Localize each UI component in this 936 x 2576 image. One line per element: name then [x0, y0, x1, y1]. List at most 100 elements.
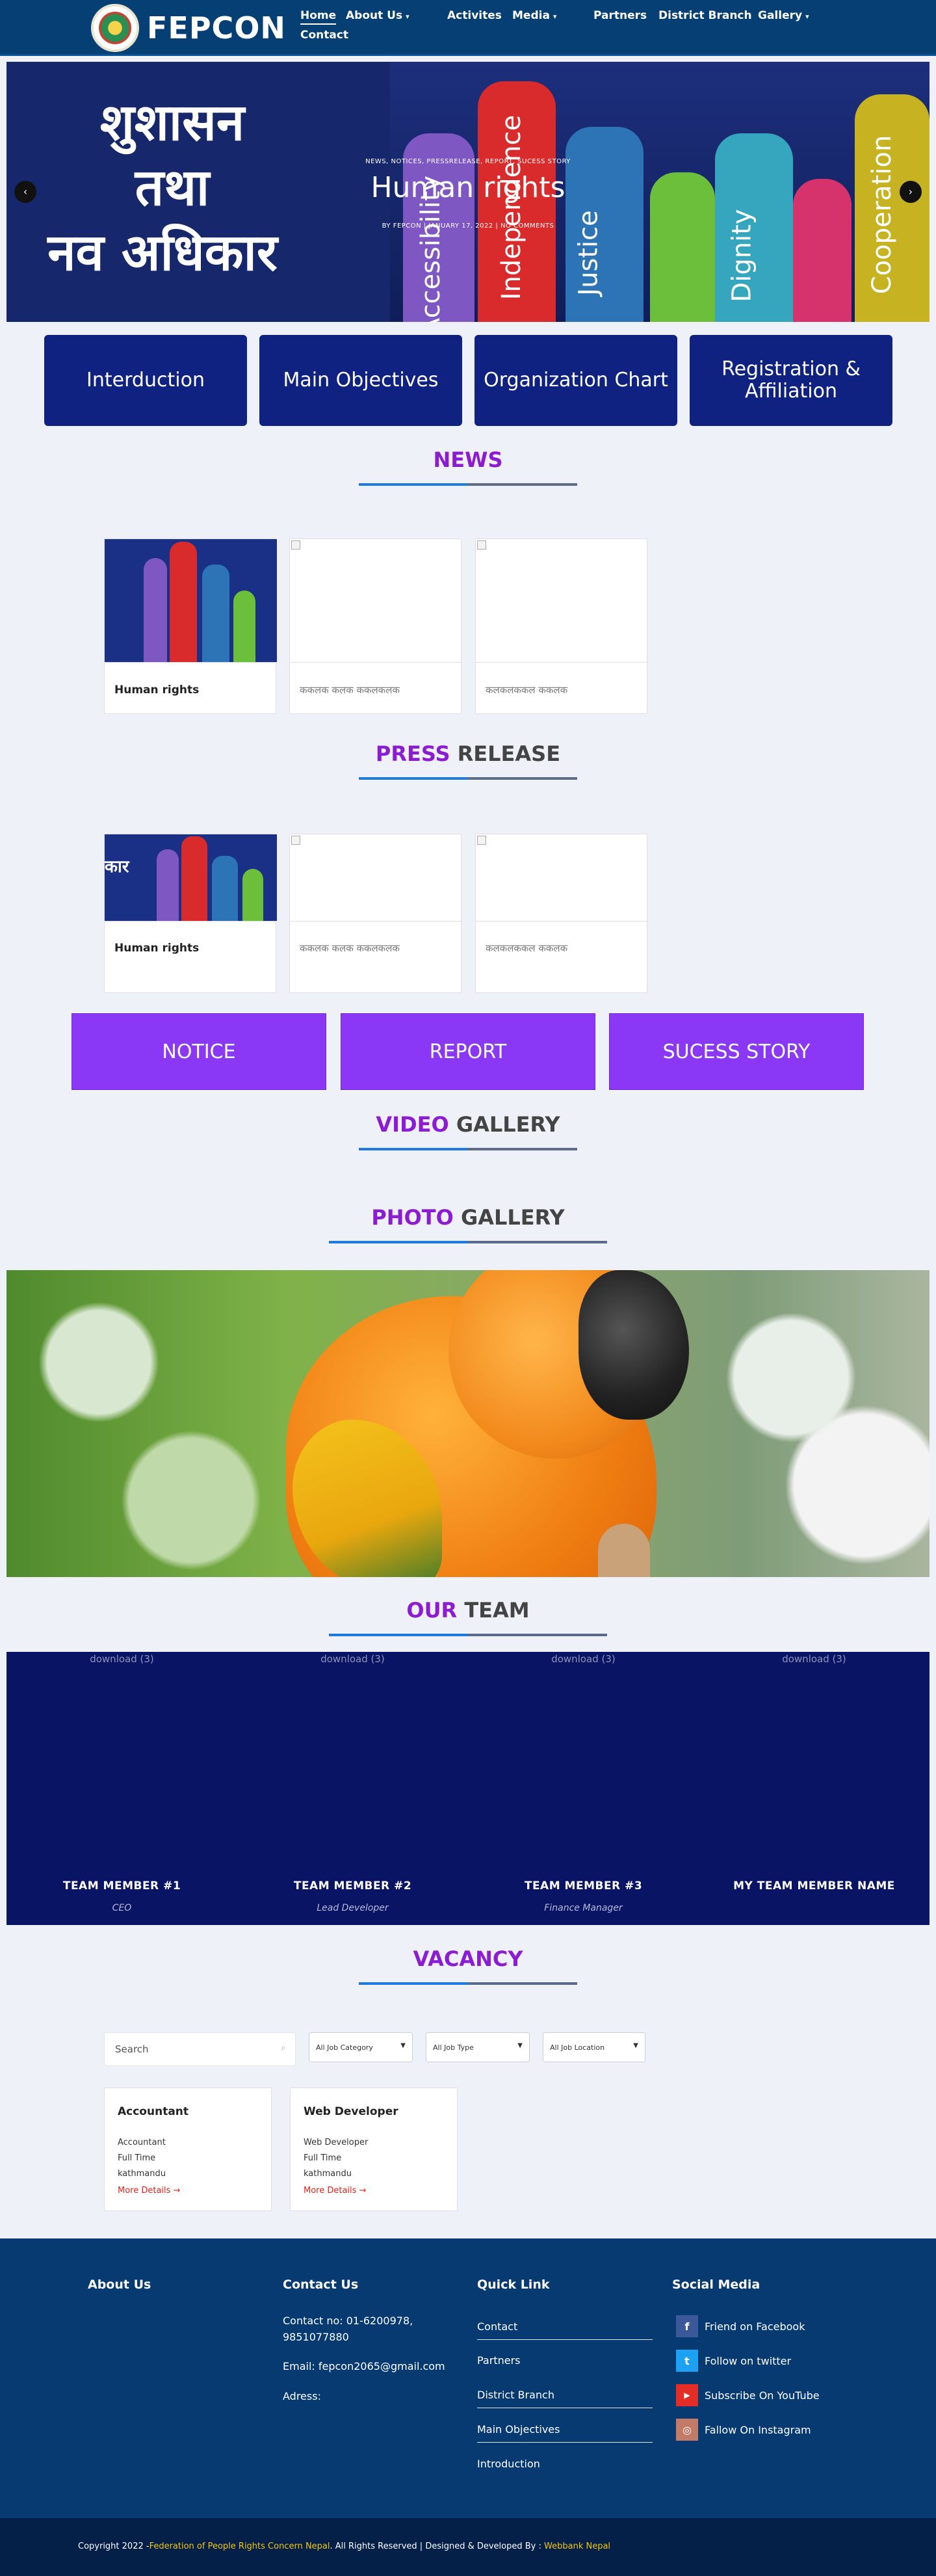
quick-link-contact[interactable]: Contact — [477, 2320, 653, 2340]
job-category-select[interactable]: All Job Category ▼ — [309, 2032, 413, 2062]
press-card-1-title: Human rights — [114, 942, 200, 955]
copyright-prefix: Copyright 2022 - — [78, 2542, 150, 2551]
brand-logo[interactable]: FEPCON — [91, 4, 286, 52]
social-instagram-label: Fallow On Instagram — [705, 2423, 811, 2436]
nav-media[interactable]: Media ▾ — [512, 9, 556, 22]
team-member-name: TEAM MEMBER #2 — [293, 1879, 412, 1892]
chevron-down-icon: ▼ — [400, 2042, 406, 2049]
nav-contact[interactable]: Contact — [300, 29, 348, 42]
quick-link-main-objectives[interactable]: Main Objectives — [477, 2423, 653, 2443]
vacancy-search-input[interactable]: Search ⌕ — [104, 2032, 296, 2066]
news-card-3-image — [476, 539, 648, 663]
logo-seal-icon — [91, 4, 139, 52]
chevron-down-icon: ▼ — [633, 2042, 638, 2049]
tile-organization-chart[interactable]: Organization Chart — [474, 335, 677, 426]
job-position: Web Developer — [304, 2138, 369, 2147]
nav-about-us[interactable]: About Us ▾ — [346, 9, 410, 22]
press-card-3-title: कलकलककल ककलक — [486, 942, 568, 954]
team-member-role: Lead Developer — [317, 1903, 389, 1913]
news-card-3[interactable]: कलकलककल ककलक — [475, 538, 648, 714]
press-card-1[interactable]: कार Human rights — [104, 834, 277, 993]
job-location-value: All Job Location — [550, 2043, 605, 2052]
nav-gallery[interactable]: Gallery ▾ — [758, 9, 809, 22]
broken-image-icon — [477, 540, 486, 550]
parrot-food — [598, 1524, 650, 1577]
press-card-3[interactable]: कलकलककल ककलक — [475, 834, 648, 993]
chevron-down-icon: ▼ — [517, 2042, 523, 2049]
chevron-down-icon: ▾ — [805, 12, 809, 21]
team-member-2[interactable]: download (3) TEAM MEMBER #2 Lead Develop… — [237, 1652, 468, 1925]
social-instagram[interactable]: ◎ Fallow On Instagram — [676, 2419, 811, 2441]
nav-home[interactable]: Home — [300, 9, 337, 25]
hero-title[interactable]: Human rights — [6, 171, 930, 204]
photo-gallery-image[interactable] — [6, 1270, 930, 1577]
footer-email[interactable]: Email: fepcon2065@gmail.com — [283, 2360, 445, 2372]
team-section: download (3) TEAM MEMBER #1 CEO download… — [6, 1652, 930, 1925]
job-location-select[interactable]: All Job Location ▼ — [543, 2032, 645, 2062]
hero-byline: BY FEPCON | JANUARY 17, 2022 | NO COMMEN… — [382, 222, 554, 230]
job-type: Full Time — [118, 2153, 156, 2163]
site-header: FEPCON Home About Us ▾ Activites Media ▾ P… — [0, 0, 936, 56]
press-card-2[interactable]: ककलक कलक ककलकलक — [289, 834, 462, 993]
team-heading-b: TEAM — [464, 1598, 530, 1623]
social-facebook-label: Friend on Facebook — [705, 2320, 805, 2333]
quick-link-partners[interactable]: Partners — [477, 2354, 653, 2373]
nav-activites[interactable]: Activites — [447, 9, 502, 22]
footer-address: Adress: — [283, 2390, 321, 2402]
tile-registration-affiliation[interactable]: Registration & Affiliation — [690, 335, 892, 426]
nav-partners[interactable]: Partners — [593, 9, 647, 22]
team-member-1[interactable]: download (3) TEAM MEMBER #1 CEO — [6, 1652, 237, 1925]
hand-yellow: Cooperation — [855, 94, 930, 322]
social-twitter[interactable]: t Follow on twitter — [676, 2350, 791, 2372]
tile-main-objectives[interactable]: Main Objectives — [259, 335, 462, 426]
vacancy-heading: VACANCY — [0, 1946, 936, 1971]
team-member-photo-alt: download (3) — [551, 1653, 616, 1665]
nav-gallery-label: Gallery — [758, 9, 803, 22]
team-member-4[interactable]: download (3) MY TEAM MEMBER NAME — [699, 1652, 930, 1925]
press-heading-b: RELEASE — [457, 741, 561, 766]
copyright-org-link[interactable]: Federation of People Rights Concern Nepa… — [150, 2542, 330, 2551]
nav-district-branch[interactable]: District Branch — [658, 9, 752, 22]
job-card-accountant[interactable]: Accountant Accountant Full Time kathmand… — [104, 2088, 272, 2211]
social-facebook[interactable]: f Friend on Facebook — [676, 2315, 805, 2337]
job-category-value: All Job Category — [316, 2043, 373, 2052]
job-type-select[interactable]: All Job Type ▼ — [426, 2032, 530, 2062]
team-member-name: TEAM MEMBER #3 — [524, 1879, 643, 1892]
news-card-2-title: ककलक कलक ककलकलक — [300, 684, 400, 696]
team-member-photo-alt: download (3) — [90, 1653, 154, 1665]
quick-link-district-branch[interactable]: District Branch — [477, 2389, 653, 2408]
notice-button[interactable]: NOTICE — [72, 1013, 326, 1090]
press-underline — [359, 777, 577, 780]
vacancy-heading-text: VACANCY — [413, 1946, 523, 1971]
quick-link-introduction[interactable]: Introduction — [477, 2458, 653, 2476]
photo-heading-a: PHOTO — [371, 1205, 454, 1230]
success-story-button[interactable]: SUCESS STORY — [609, 1013, 864, 1090]
slider-prev-button[interactable]: ‹ — [14, 181, 36, 203]
twitter-icon: t — [676, 2350, 698, 2372]
social-youtube[interactable]: ▶ Subscribe On YouTube — [676, 2384, 820, 2406]
tile-interduction[interactable]: Interduction — [44, 335, 247, 426]
brand-name: FEPCON — [147, 10, 286, 46]
job-location: kathmandu — [304, 2169, 352, 2179]
team-member-name: MY TEAM MEMBER NAME — [733, 1879, 895, 1892]
more-details-link[interactable]: More Details → — [304, 2186, 366, 2196]
team-member-3[interactable]: download (3) TEAM MEMBER #3 Finance Mana… — [468, 1652, 699, 1925]
news-card-2[interactable]: ककलक कलक ककलकलक — [289, 538, 462, 714]
more-details-link[interactable]: More Details → — [118, 2186, 180, 2196]
news-card-1[interactable]: Human rights — [104, 538, 277, 714]
footer-contact-no: Contact no: 01-6200978, — [283, 2315, 413, 2327]
youtube-icon: ▶ — [676, 2384, 698, 2406]
parrot-beak — [578, 1270, 689, 1420]
press-card-2-title: ककलक कलक ककलकलक — [300, 942, 400, 954]
broken-image-icon — [477, 836, 486, 845]
facebook-icon: f — [676, 2315, 698, 2337]
team-underline — [329, 1634, 607, 1636]
report-button[interactable]: REPORT — [341, 1013, 595, 1090]
developer-link[interactable]: Webbank Nepal — [544, 2542, 610, 2551]
job-card-web-developer[interactable]: Web Developer Web Developer Full Time ka… — [290, 2088, 458, 2211]
slider-next-button[interactable]: › — [900, 181, 922, 203]
footer-about-heading: About Us — [88, 2277, 151, 2292]
hero-nepali-line-3: नव अधिकार — [47, 223, 278, 282]
news-card-1-image — [105, 539, 277, 663]
nav-about-label: About Us — [346, 9, 403, 22]
